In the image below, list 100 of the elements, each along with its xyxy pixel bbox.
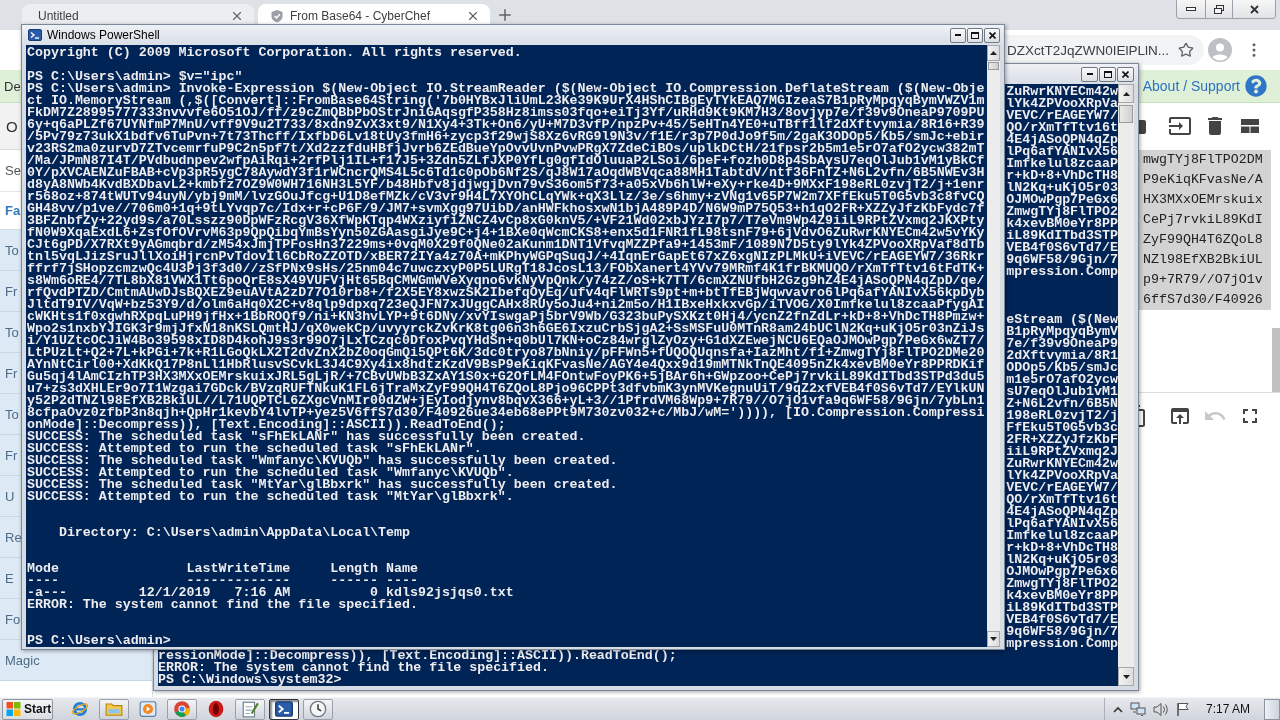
show-desktop-button[interactable] (1264, 698, 1280, 720)
close-icon (988, 31, 996, 39)
input-field[interactable]: mwgTYj8FlTPO2DM P9eKiqKFvasNe/A HX3MXxOEMrskuix CePj7rvkiL89KdI ZyF99QH4T6ZQoL8 NZl98EfXB2BkiUL p9+7R79//O7jO1v 6ffS7d30/F40926 (1139, 148, 1272, 392)
scrollbar-thumb[interactable] (988, 62, 999, 70)
minimize-button[interactable] (1177, 0, 1205, 18)
ring-icon[interactable] (207, 700, 225, 718)
input-text-line: NZl98EfXB2BkiUL (1143, 251, 1263, 269)
scrollbar-thumb[interactable] (1119, 105, 1133, 123)
console-output: SUCCESS: The scheduled task "sFhEkLANr" has successfully been created. (27, 431, 586, 443)
console-text-fragment: 4E4jASoQPN4qZp (1006, 134, 1118, 146)
operation-item[interactable]: U (5, 488, 15, 504)
maximize-icon (1103, 70, 1112, 78)
browser-tab[interactable]: Untitled (22, 4, 254, 24)
category-header[interactable]: Fa (5, 203, 21, 218)
new-tab-icon[interactable] (496, 6, 514, 24)
notepad-icon (241, 700, 259, 718)
vertical-scrollbar[interactable] (987, 45, 1000, 647)
operation-item[interactable]: To (5, 242, 19, 258)
operation-item[interactable]: To (5, 406, 19, 422)
close-button[interactable] (1117, 66, 1134, 82)
maximize-icon (971, 31, 979, 39)
up-arrow-icon (990, 51, 997, 55)
taskbar-button[interactable] (269, 698, 299, 720)
console-text-fragment: r+kD+8+VhDcTH8 (1006, 170, 1118, 182)
console-output: SUCCESS: The scheduled task "Wmfanyc\KVUQb" has successfully been created. (27, 455, 618, 467)
console-text-fragment: iL89KdITbd3STP (1006, 230, 1118, 242)
minimize-icon (1186, 7, 1196, 11)
table-cell: 12/1/2019 (138, 587, 211, 599)
close-button[interactable] (984, 27, 1000, 43)
minimize-button[interactable] (950, 27, 966, 43)
address-field[interactable]: DZXctT2JqZWN0IElPLlN... (1005, 35, 1204, 65)
star-icon[interactable] (1178, 42, 1194, 58)
banner-text[interactable]: De (4, 78, 21, 94)
clock-icon (309, 700, 327, 718)
scroll-down-button[interactable] (987, 631, 1000, 647)
operation-item[interactable]: Fr (5, 447, 18, 463)
console-prompt: PS C:\Users\admin> (27, 635, 171, 647)
console-line: ERROR: The system cannot find the file specified. (158, 662, 549, 674)
minimize-button[interactable] (1081, 66, 1098, 82)
vertical-scrollbar[interactable] (1118, 84, 1134, 686)
panel-title: O (6, 117, 18, 135)
scroll-up-button[interactable] (1118, 84, 1134, 103)
up-arrow-icon (1122, 91, 1130, 96)
maximize-button[interactable] (967, 27, 983, 43)
search-field[interactable]: Se (5, 163, 22, 178)
flag-icon[interactable] (1175, 701, 1190, 717)
play-icon[interactable] (139, 700, 157, 718)
console-text-fragment: ODOp5/Kb5/smJc (1006, 362, 1118, 374)
close-icon (1249, 4, 1259, 14)
squares-logo-icon (6, 702, 21, 716)
directory-line: Directory: C:\Users\admin\AppData\Local\Temp (57, 527, 410, 539)
scroll-down-button[interactable] (1118, 667, 1134, 686)
operation-item[interactable]: To (5, 324, 19, 340)
console-output: SUCCESS: Attempted to run the scheduled task "Wmfanyc\KVUQb". (27, 467, 514, 479)
restore-icon (1214, 4, 1224, 14)
console-text-fragment: mpression.Comp (1006, 638, 1118, 650)
browser-tab[interactable]: From Base64 - CyberChef (258, 4, 490, 24)
header-rule: ------------- (186, 575, 291, 587)
chevron-up-icon[interactable] (1112, 705, 1123, 713)
console-line: PS C:\Windows\system32> (158, 674, 342, 686)
console-text-fragment: lYk4ZPVooXRpVa (1006, 470, 1118, 482)
operation-item[interactable]: Fr (5, 365, 18, 381)
minimize-icon (955, 34, 961, 36)
table-cell: 7:16 AM (234, 587, 291, 599)
table-cell: 0 (370, 587, 379, 599)
header-rule: ------ (330, 575, 379, 587)
console-text-fragment: iiL9RPtZVxmq2J (1006, 446, 1118, 458)
console-text-fragment: QO/rXmTfTtv16t (1006, 122, 1118, 134)
console-text-fragment: VEB4f0S6vTd7/E (1006, 614, 1118, 626)
scroll-up-button[interactable] (987, 45, 1000, 61)
console-text-fragment: lYk4ZPVooXRpVa (1006, 98, 1118, 110)
scrollbar-thumb[interactable] (1272, 328, 1280, 392)
terminal-icon (28, 28, 42, 42)
round-logo-icon (173, 700, 191, 718)
console-line: ressionMode]::Decompress)), [Text.Encoding]::ASCII)).ReadToEnd(); (158, 650, 677, 662)
restore-button[interactable] (1205, 0, 1232, 18)
close-button[interactable] (1232, 0, 1275, 18)
copy-icon[interactable] (1139, 403, 1148, 428)
input-text-line: ZyF99QH4T6ZQoL8 (1143, 231, 1263, 249)
header-rule: ---- (386, 575, 418, 587)
network-icon[interactable] (1129, 701, 1146, 717)
console-command: PS C:\Users\admin> $v="ipc" (27, 71, 243, 83)
maximize-button[interactable] (1099, 66, 1116, 82)
console-text-fragment: iL89KdITbd3STP (1006, 602, 1118, 614)
operation-item[interactable]: Magic (5, 652, 40, 668)
console-text-fragment: lN2Kq+uKjO5r03 (1006, 554, 1118, 566)
operation-item[interactable]: Fr (5, 283, 18, 299)
console-text-fragment: r+kD+8+VhDcTH8 (1006, 542, 1118, 554)
start-button[interactable]: Start (2, 698, 53, 720)
console-output: SUCCESS: The scheduled task "MtYar\glBbxrk" has successfully been created. (27, 479, 618, 491)
operation-item[interactable]: E (5, 570, 14, 586)
close-icon (1122, 70, 1129, 78)
about-support-link[interactable]: About / Support (1142, 78, 1240, 94)
e-logo-icon[interactable] (71, 700, 89, 718)
console-text-fragment: m1e5rO7afO2ycw (1006, 374, 1118, 386)
speaker-icon[interactable] (1152, 701, 1169, 717)
operation-item[interactable]: Fo (5, 611, 21, 627)
console-text-fragment: 9q6WF58/9Gjn/7 (1006, 626, 1118, 638)
help-icon[interactable] (1245, 75, 1267, 97)
operation-item[interactable]: Re (5, 529, 22, 545)
